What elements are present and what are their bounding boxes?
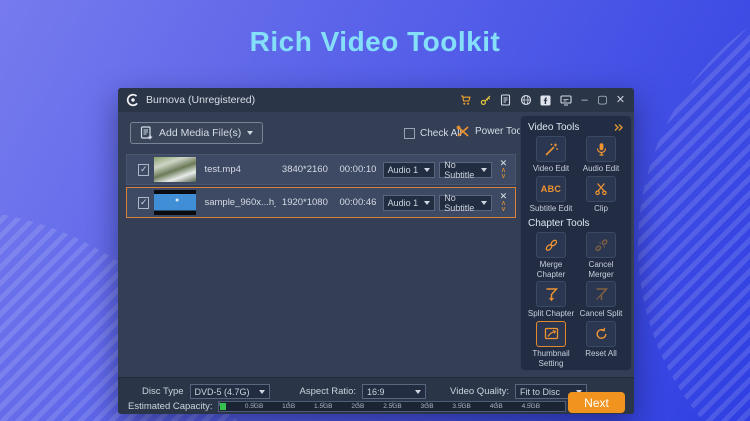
crossed-tools-icon (456, 125, 470, 138)
maximize-icon[interactable]: ▢ (597, 95, 608, 106)
check-all-control: Check All (404, 128, 462, 139)
minimize-icon[interactable]: – (579, 95, 590, 106)
page-background: Rich Video Toolkit Burnova (Unregistered… (0, 0, 750, 421)
striped-circle-decoration (638, 0, 750, 421)
next-button[interactable]: Next (568, 392, 625, 413)
capacity-bar: 0.5GB 1GB 1.5GB 2GB 2.5GB 3GB 3.5GB 4GB … (218, 401, 566, 412)
file-row-test-mp4[interactable]: ✓ test.mp4 3840*2160 00:00:10 Audio 1 No… (126, 154, 516, 185)
burnova-logo-icon (126, 93, 140, 107)
cart-icon[interactable] (459, 94, 472, 107)
titlebar: Burnova (Unregistered) (118, 88, 634, 112)
thumbnail-image-icon (544, 326, 559, 341)
subtitle-edit-button[interactable]: ABC Subtitle Edit (526, 176, 576, 214)
file-name: sample_960x...h_audio.avi (196, 197, 276, 208)
subtitle-dropdown[interactable]: No Subtitle (439, 162, 492, 178)
chevron-down-icon (424, 168, 430, 172)
aspect-ratio-dropdown[interactable]: 16:9 (362, 384, 426, 399)
thumbnail-setting-button[interactable]: Thumbnail Setting (526, 321, 576, 368)
file-resolution: 1920*1080 (276, 197, 333, 208)
capacity-tick-labels: 0.5GB 1GB 1.5GB 2GB 2.5GB 3GB 3.5GB 4GB … (219, 402, 565, 411)
chapter-tools-title: Chapter Tools (528, 218, 590, 229)
split-funnel-icon (544, 287, 559, 302)
aspect-ratio-label: Aspect Ratio: (300, 386, 357, 397)
video-thumbnail (154, 157, 196, 182)
chain-link-icon (544, 238, 559, 253)
reset-arrow-icon (594, 326, 609, 341)
file-resolution: 3840*2160 (276, 164, 333, 175)
feedback-screen-icon[interactable] (559, 94, 572, 107)
cancel-merger-button[interactable]: Cancel Merger (576, 232, 626, 279)
globe-icon[interactable] (519, 94, 532, 107)
merge-chapter-button[interactable]: Merge Chapter (526, 232, 576, 279)
chevron-down-icon (481, 168, 487, 172)
microphone-icon (594, 142, 609, 157)
estimated-capacity-label: Estimated Capacity: (128, 401, 212, 412)
audio-track-dropdown[interactable]: Audio 1 (383, 162, 436, 178)
abc-icon: ABC (541, 184, 561, 194)
double-chevron-right-icon[interactable] (613, 123, 624, 132)
move-down-icon[interactable]: ∨ (501, 206, 506, 213)
file-duration: 00:00:46 (333, 197, 382, 208)
facebook-icon[interactable] (539, 94, 552, 107)
file-row-sample-avi[interactable]: ✓ sample_960x...h_audio.avi 1920*1080 00… (126, 187, 516, 218)
clip-button[interactable]: Clip (576, 176, 626, 214)
main-content: Add Media File(s) Check All Power Tools … (118, 112, 634, 377)
chevron-down-icon (247, 131, 253, 135)
file-checkbox[interactable]: ✓ (138, 197, 149, 209)
audio-edit-button[interactable]: Audio Edit (576, 136, 626, 174)
chevron-down-icon (415, 390, 421, 394)
split-chapter-button[interactable]: Split Chapter (526, 281, 576, 319)
scissors-icon (594, 182, 608, 196)
document-icon[interactable] (499, 94, 512, 107)
video-quality-label: Video Quality: (450, 386, 509, 397)
tools-panel: Video Tools Video Edit (520, 115, 632, 371)
subtitle-dropdown[interactable]: No Subtitle (439, 195, 492, 211)
reset-all-button[interactable]: Reset All (576, 321, 626, 368)
page-title: Rich Video Toolkit (0, 26, 750, 58)
video-edit-button[interactable]: Video Edit (526, 136, 576, 174)
close-icon[interactable]: ✕ (615, 95, 626, 106)
video-thumbnail (154, 190, 196, 215)
file-checkbox[interactable]: ✓ (138, 164, 149, 176)
key-icon[interactable] (479, 94, 492, 107)
move-down-icon[interactable]: ∨ (501, 173, 506, 180)
check-all-checkbox[interactable] (404, 128, 415, 139)
disc-type-dropdown[interactable]: DVD-5 (4.7G) (190, 384, 270, 399)
chevron-down-icon (424, 201, 430, 205)
chevron-down-icon (259, 390, 265, 394)
media-file-list: ✓ test.mp4 3840*2160 00:00:10 Audio 1 No… (126, 154, 516, 220)
cancel-split-icon (594, 287, 609, 302)
add-media-button[interactable]: Add Media File(s) (130, 122, 263, 144)
disc-type-label: Disc Type (142, 386, 184, 397)
audio-track-dropdown[interactable]: Audio 1 (383, 195, 436, 211)
chevron-down-icon (481, 201, 487, 205)
add-file-icon (140, 126, 153, 140)
video-tools-title: Video Tools (528, 122, 579, 133)
window-title: Burnova (Unregistered) (146, 94, 255, 106)
add-media-label: Add Media File(s) (159, 127, 241, 139)
file-name: test.mp4 (196, 164, 276, 175)
burnova-app-window: Burnova (Unregistered) (118, 88, 634, 414)
bottom-bar: Disc Type DVD-5 (4.7G) Aspect Ratio: 16:… (118, 377, 634, 414)
power-tools-button[interactable]: Power Tools (456, 125, 529, 138)
magic-wand-icon (544, 142, 559, 157)
broken-chain-icon (594, 238, 609, 253)
file-duration: 00:00:10 (333, 164, 382, 175)
cancel-split-button[interactable]: Cancel Split (576, 281, 626, 319)
